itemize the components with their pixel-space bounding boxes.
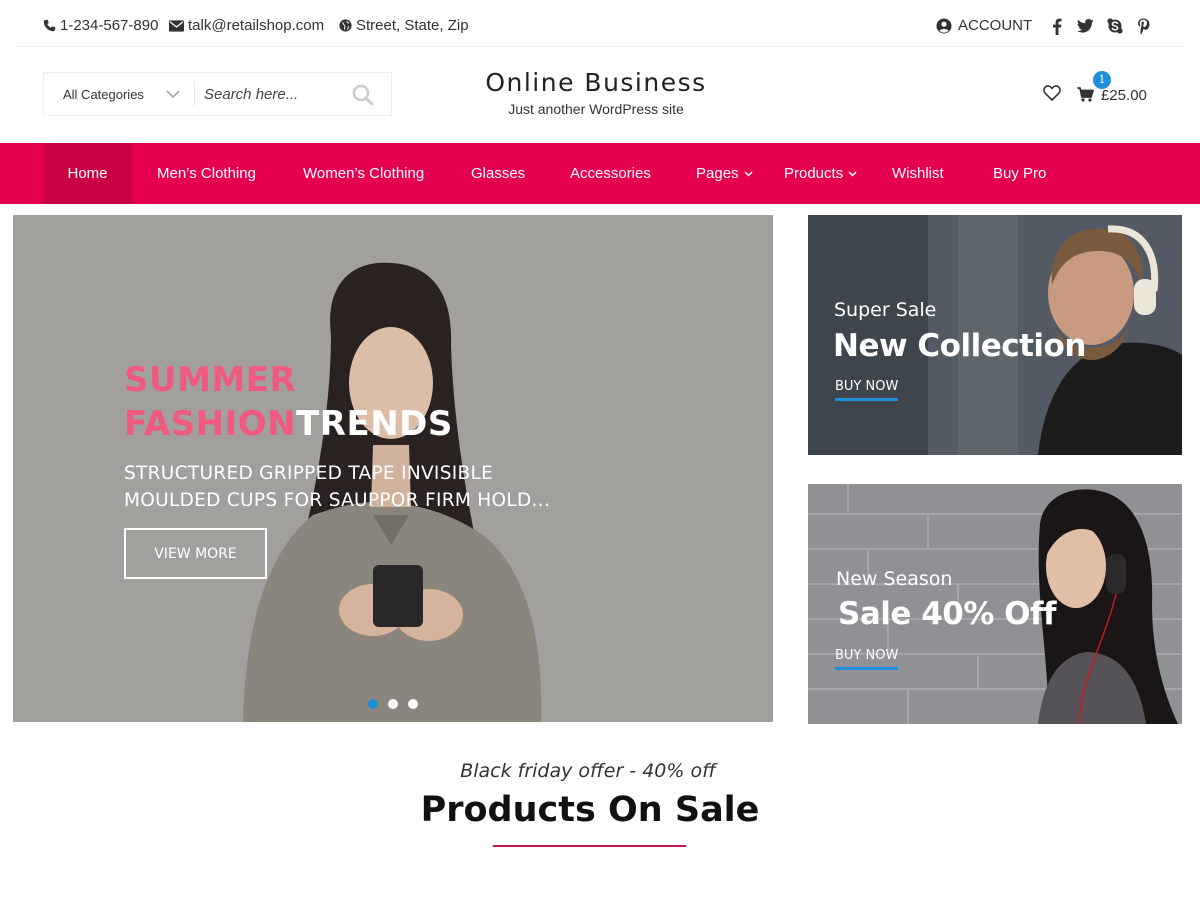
chevron-down-icon <box>744 170 753 177</box>
hero-title-line2: FASHIONTRENDS <box>124 404 453 444</box>
heart-icon[interactable] <box>1043 85 1061 106</box>
search-button[interactable] <box>350 83 376 107</box>
nav-item-label: Glasses <box>471 165 526 182</box>
banner-headline: Sale 40% Off <box>838 596 1057 632</box>
product-search-form: All Categories <box>43 72 392 116</box>
account-link[interactable]: ACCOUNT <box>936 17 1032 34</box>
hero-slider: SUMMER FASHIONTRENDS STRUCTURED GRIPPED … <box>13 215 773 722</box>
address-contact: Street, State, Zip <box>339 17 469 34</box>
nav-item-label: Men’s Clothing <box>157 165 256 182</box>
view-more-button[interactable]: VIEW MORE <box>124 528 267 579</box>
globe-icon <box>339 19 352 32</box>
section-title-underline <box>493 845 686 847</box>
nav-item-pages[interactable]: Pages <box>696 143 753 204</box>
nav-item-label: Buy Pro <box>993 165 1047 182</box>
banner-headline: New Collection <box>833 328 1086 364</box>
top-bar: 1-234-567-890 talk@retailshop.com Street… <box>0 0 1200 48</box>
search-divider <box>194 82 195 106</box>
account-label: ACCOUNT <box>958 17 1033 34</box>
nav-item-label: Pages <box>696 165 739 182</box>
phone-contact[interactable]: 1-234-567-890 <box>43 17 158 34</box>
hero-subtitle-line1: STRUCTURED GRIPPED TAPE INVISIBLE <box>124 463 494 484</box>
promo-banner-sale-40[interactable]: New Season Sale 40% Off BUY NOW <box>808 484 1182 724</box>
buy-now-link[interactable]: BUY NOW <box>835 648 899 670</box>
hero-title-accent: FASHION <box>124 404 297 444</box>
twitter-icon[interactable] <box>1075 16 1095 36</box>
slider-dot-2[interactable] <box>388 699 398 709</box>
nav-item-mens-clothing[interactable]: Men’s Clothing <box>157 143 256 204</box>
nav-item-wishlist[interactable]: Wishlist <box>892 143 944 204</box>
nav-item-accessories[interactable]: Accessories <box>570 143 651 204</box>
facebook-icon[interactable] <box>1047 16 1067 36</box>
banner-eyebrow: Super Sale <box>834 299 937 321</box>
nav-item-buy-pro[interactable]: Buy Pro <box>993 143 1046 204</box>
phone-icon <box>43 19 56 32</box>
chevron-down-icon <box>848 170 857 177</box>
cart-total[interactable]: £25.00 <box>1101 87 1147 104</box>
hero-title-line1: SUMMER <box>124 360 297 400</box>
search-icon <box>352 84 374 106</box>
address-text: Street, State, Zip <box>356 17 469 34</box>
section-offer-subtitle: Black friday offer - 40% off <box>460 760 716 782</box>
category-select-value: All Categories <box>63 86 144 102</box>
main-navigation: Home Men’s Clothing Women’s Clothing Gla… <box>0 143 1200 204</box>
site-title[interactable]: Online Business <box>396 68 796 97</box>
email-address: talk@retailshop.com <box>188 17 325 34</box>
search-input[interactable] <box>204 81 344 107</box>
slider-dot-3[interactable] <box>408 699 418 709</box>
nav-item-label: Accessories <box>570 165 651 182</box>
user-circle-icon <box>936 18 952 33</box>
banner-eyebrow: New Season <box>836 568 953 590</box>
nav-item-womens-clothing[interactable]: Women’s Clothing <box>303 143 424 204</box>
nav-item-glasses[interactable]: Glasses <box>471 143 525 204</box>
hero-title-rest: TRENDS <box>296 404 453 444</box>
cart-icon[interactable] <box>1077 87 1094 107</box>
skype-icon[interactable] <box>1105 16 1125 36</box>
site-tagline: Just another WordPress site <box>508 101 684 117</box>
hero-subtitle-line2: MOULDED CUPS FOR SAUPPOR FIRM HOLD... <box>124 490 551 511</box>
buy-now-link[interactable]: BUY NOW <box>835 379 899 401</box>
nav-item-home[interactable]: Home <box>43 143 132 204</box>
nav-item-label: Women’s Clothing <box>303 165 425 182</box>
section-title: Products On Sale <box>420 790 760 830</box>
nav-item-label: Home <box>67 165 108 182</box>
promo-banner-new-collection[interactable]: Super Sale New Collection BUY NOW <box>808 215 1182 455</box>
email-contact[interactable]: talk@retailshop.com <box>169 17 324 34</box>
nav-item-products[interactable]: Products <box>784 143 857 204</box>
phone-number: 1-234-567-890 <box>60 17 159 34</box>
nav-item-label: Products <box>784 165 844 182</box>
pinterest-icon[interactable] <box>1133 16 1153 36</box>
nav-item-label: Wishlist <box>892 165 944 182</box>
envelope-icon <box>169 19 184 32</box>
chevron-down-icon <box>166 90 180 98</box>
topbar-divider <box>16 46 1184 47</box>
slider-dot-1[interactable] <box>368 699 378 709</box>
